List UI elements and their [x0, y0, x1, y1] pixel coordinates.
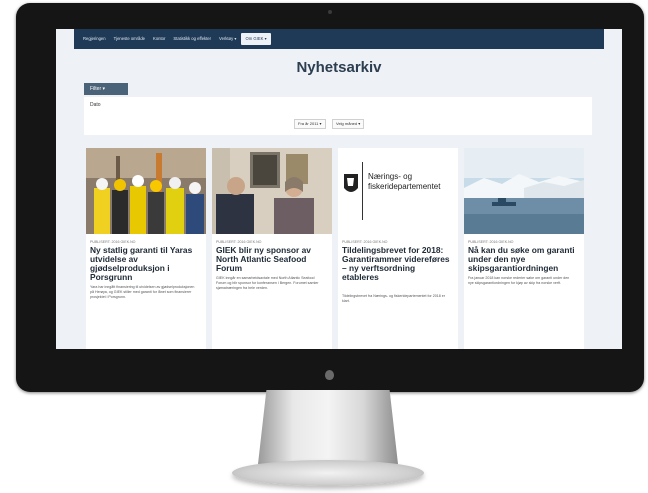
article-date: PUBLISERT: 2016 GIEK.NO — [468, 240, 514, 244]
nav-item-kontor[interactable]: Kontor — [150, 29, 168, 49]
workers-photo — [86, 148, 206, 234]
nav-item-om-giek[interactable]: Om GIEK ▾ — [241, 33, 271, 45]
nav-item-verktoy[interactable]: Verktøy ▾ — [216, 29, 239, 49]
monitor-stand-base — [232, 460, 424, 486]
top-navigation: Regjeringen Tjeneste område Kontor Stati… — [74, 29, 604, 49]
article-date: PUBLISERT: 2016 GIEK.NO — [216, 240, 262, 244]
from-date-select[interactable]: Fra år 2011 ▾ — [294, 119, 326, 129]
filter-panel: Dato Fra år 2011 ▾ Velg måned ▾ — [84, 97, 592, 135]
article-date: PUBLISERT: 2016 GIEK.NO — [90, 240, 136, 244]
article-excerpt: Yara har inngått finansiering til utvide… — [90, 285, 195, 299]
to-date-select[interactable]: Velg måned ▾ — [332, 119, 365, 129]
article-title[interactable]: Ny statlig garanti til Yaras utvidelse a… — [90, 246, 202, 282]
ship-photo — [464, 148, 584, 234]
news-card[interactable]: PUBLISERT: 2016 GIEK.NO Nå kan du søke o… — [464, 148, 584, 349]
apple-logo-icon — [325, 370, 334, 380]
camera-icon — [328, 10, 332, 14]
article-title[interactable]: Tildelingsbrevet for 2018: Garantirammer… — [342, 246, 454, 282]
nav-item-tjeneste[interactable]: Tjeneste område — [111, 29, 148, 49]
news-card[interactable]: PUBLISERT: 2016 GIEK.NO GIEK blir ny spo… — [212, 148, 332, 349]
ministry-name: Nærings- og fiskeridepartementet — [368, 172, 441, 191]
article-excerpt: Fra januar 2018 kan norske rederier søke… — [468, 276, 570, 285]
article-excerpt: Tildelingsbrevet fra Nærings- og fiskeri… — [342, 294, 445, 303]
article-title[interactable]: Nå kan du søke om garanti under den nye … — [468, 246, 580, 273]
nav-item-statistikk[interactable]: Statistikk og effekter — [170, 29, 214, 49]
article-date: PUBLISERT: 2016 GIEK.NO — [342, 240, 388, 244]
monitor-stand — [258, 390, 398, 464]
nav-item-regjeringen[interactable]: Regjeringen — [80, 29, 109, 49]
browser-screen: Regjeringen Tjeneste område Kontor Stati… — [56, 29, 622, 349]
page-title: Nyhetsarkiv — [296, 59, 382, 76]
ministry-logo: Nærings- og fiskeridepartementet — [338, 148, 458, 234]
news-card[interactable]: PUBLISERT: 2016 GIEK.NO Ny statlig garan… — [86, 148, 206, 349]
article-excerpt: GIEK inngår en samarbeidsavtale med Nort… — [216, 276, 319, 290]
monitor-frame: Regjeringen Tjeneste område Kontor Stati… — [16, 3, 644, 392]
news-card[interactable]: Nærings- og fiskeridepartementet PUBLISE… — [338, 148, 458, 349]
meeting-photo — [212, 148, 332, 234]
dato-label: Dato — [90, 102, 101, 108]
filter-button[interactable]: Filter ▾ — [84, 83, 128, 95]
article-title[interactable]: GIEK blir ny sponsor av North Atlantic S… — [216, 246, 328, 273]
